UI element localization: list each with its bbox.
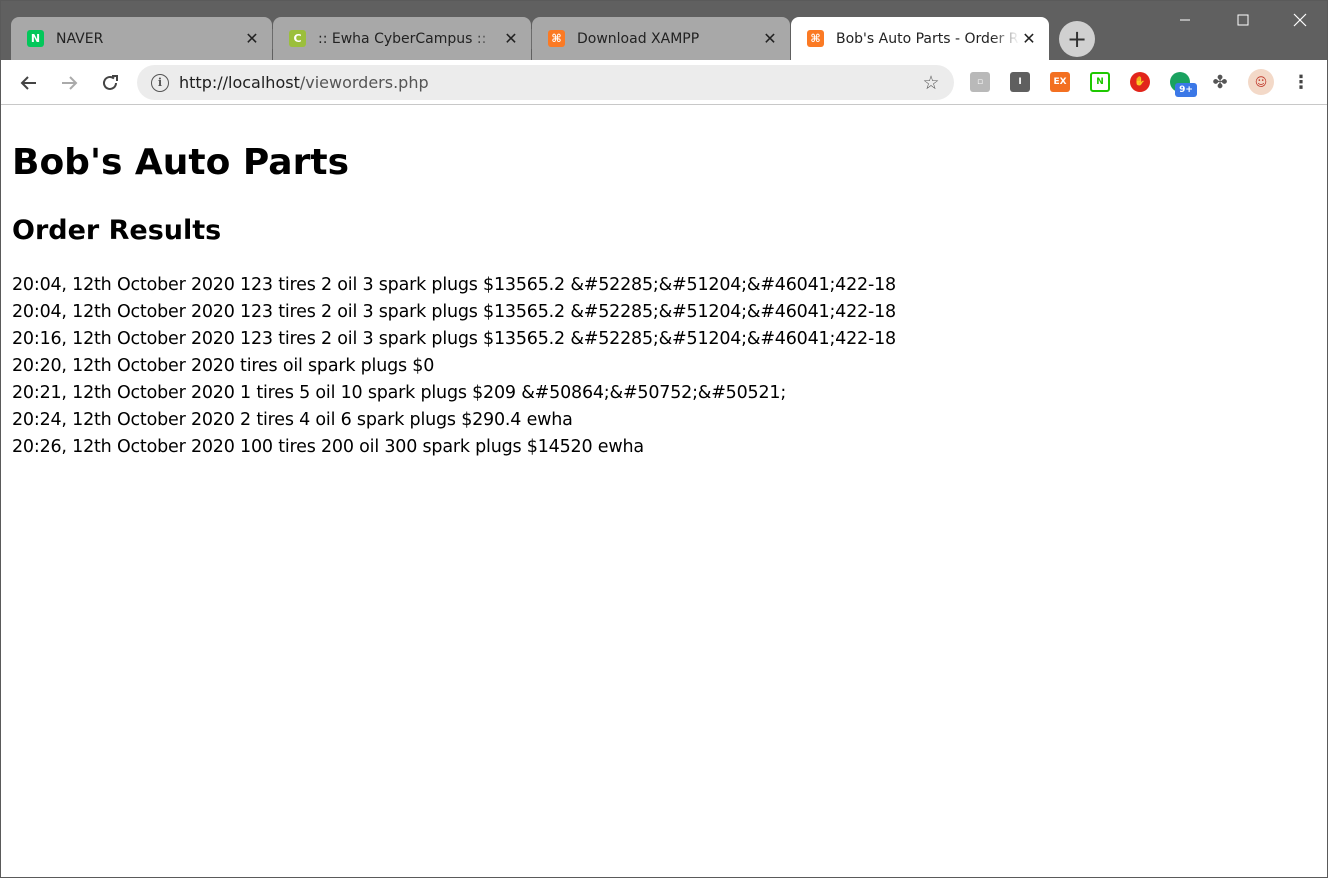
new-tab-button[interactable]: + xyxy=(1059,21,1095,57)
menu-kebab-icon[interactable]: ⋮ xyxy=(1291,72,1311,93)
order-line: 20:21, 12th October 2020 1 tires 5 oil 1… xyxy=(12,383,787,403)
url-path: /vieworders.php xyxy=(299,73,429,92)
order-line: 20:04, 12th October 2020 123 tires 2 oil… xyxy=(12,302,896,322)
extensions-puzzle-icon[interactable]: ✤ xyxy=(1210,72,1230,93)
tab-title: Download XAMPP xyxy=(577,30,700,47)
bookmark-star-icon[interactable]: ☆ xyxy=(916,68,946,98)
close-icon[interactable]: ✕ xyxy=(1019,29,1039,49)
maximize-icon[interactable] xyxy=(1214,1,1272,39)
tab-title: NAVER xyxy=(56,30,104,47)
tab-title: Bob's Auto Parts - Order Results xyxy=(836,30,1019,47)
xampp-icon: ⌘ xyxy=(807,30,824,47)
window-close-icon[interactable] xyxy=(1271,1,1327,39)
forward-button[interactable] xyxy=(54,68,84,98)
orders-list: 20:04, 12th October 2020 123 tires 2 oil… xyxy=(12,272,1316,461)
back-button[interactable] xyxy=(14,68,44,98)
page-subheading: Order Results xyxy=(12,215,222,246)
tab-naver[interactable]: N NAVER ✕ xyxy=(11,17,272,60)
close-icon[interactable]: ✕ xyxy=(760,29,780,49)
browser-toolbar: i http://localhost/vieworders.php ☆ ▫ I … xyxy=(1,60,1327,105)
address-bar[interactable]: i http://localhost/vieworders.php ☆ xyxy=(137,65,954,100)
extension-instapaper-icon[interactable]: I xyxy=(1010,72,1030,92)
page-heading: Bob's Auto Parts xyxy=(12,142,349,183)
extension-screen-icon[interactable]: ▫ xyxy=(970,72,990,92)
close-icon[interactable]: ✕ xyxy=(501,29,521,49)
order-line: 20:04, 12th October 2020 123 tires 2 oil… xyxy=(12,275,896,295)
order-line: 20:20, 12th October 2020 tires oil spark… xyxy=(12,356,435,376)
xampp-icon: ⌘ xyxy=(548,30,565,47)
close-icon[interactable]: ✕ xyxy=(242,29,262,49)
browser-window: N NAVER ✕ C :: Ewha CyberCampus :: ✕ ⌘ D… xyxy=(0,0,1328,878)
reload-button[interactable] xyxy=(95,68,125,98)
arrow-left-icon xyxy=(20,76,36,90)
tab-bobs-auto-parts[interactable]: ⌘ Bob's Auto Parts - Order Results ✕ xyxy=(791,17,1049,60)
tab-strip: N NAVER ✕ C :: Ewha CyberCampus :: ✕ ⌘ D… xyxy=(1,1,1327,60)
tab-ewha-cybercampus[interactable]: C :: Ewha CyberCampus :: ✕ xyxy=(273,17,531,60)
extension-adblock-icon[interactable]: ✋ xyxy=(1130,72,1150,92)
info-icon[interactable]: i xyxy=(151,73,169,92)
order-line: 20:26, 12th October 2020 100 tires 200 o… xyxy=(12,437,644,457)
tab-title: :: Ewha CyberCampus :: xyxy=(318,30,487,47)
extension-ex-icon[interactable]: EX xyxy=(1050,72,1070,92)
cybercampus-icon: C xyxy=(289,30,306,47)
naver-icon: N xyxy=(27,30,44,47)
tab-download-xampp[interactable]: ⌘ Download XAMPP ✕ xyxy=(532,17,790,60)
arrow-right-icon xyxy=(62,76,78,90)
profile-avatar[interactable]: ☺ xyxy=(1248,69,1274,95)
extension-naver-icon[interactable]: N xyxy=(1090,72,1110,92)
url-host: http://localhost xyxy=(179,73,300,92)
order-line: 20:24, 12th October 2020 2 tires 4 oil 6… xyxy=(12,410,573,430)
page-content: Bob's Auto Parts Order Results 20:04, 12… xyxy=(1,106,1327,877)
extension-badge: 9+ xyxy=(1175,83,1197,97)
minimize-icon[interactable] xyxy=(1156,1,1214,39)
reload-icon xyxy=(103,75,118,90)
order-line: 20:16, 12th October 2020 123 tires 2 oil… xyxy=(12,329,896,349)
url-text[interactable]: http://localhost/vieworders.php xyxy=(179,73,916,92)
